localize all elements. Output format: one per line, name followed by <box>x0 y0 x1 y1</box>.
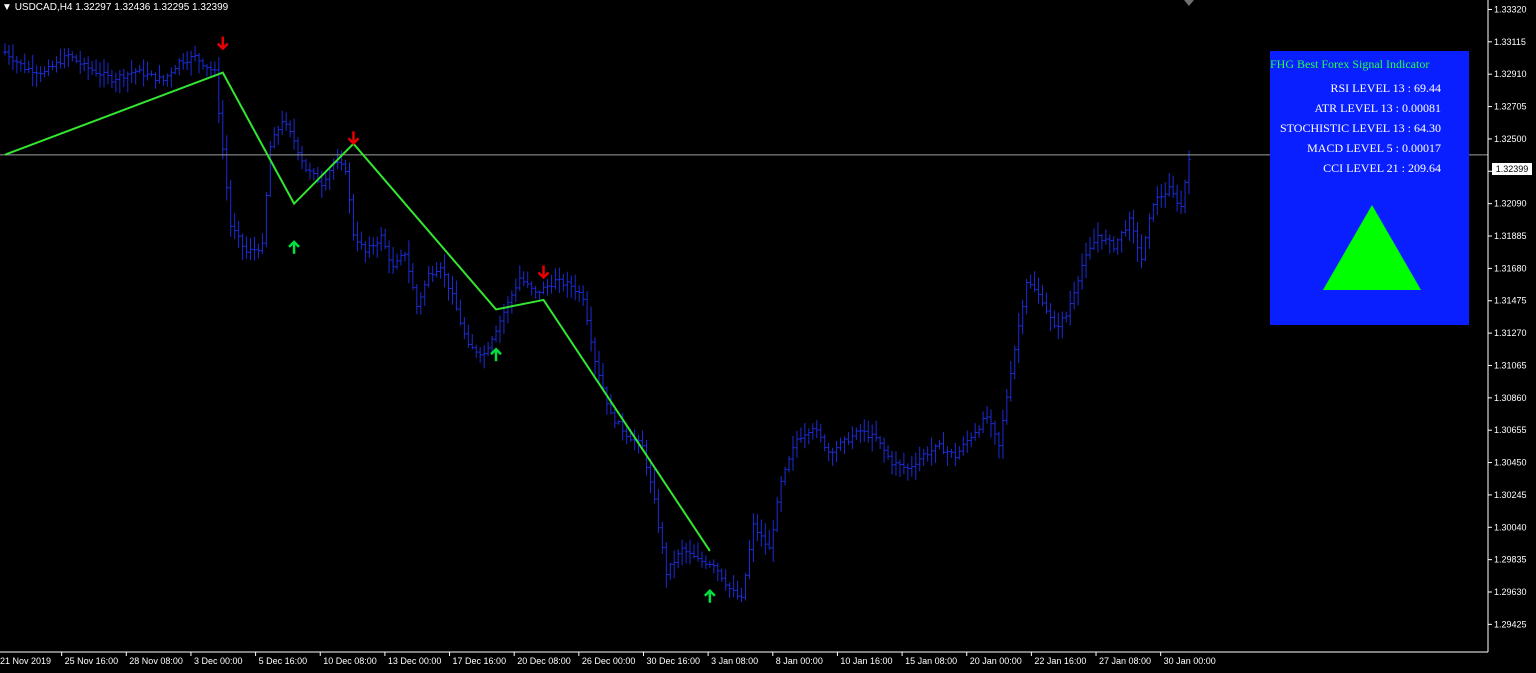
x-tick-label: 22 Jan 16:00 <box>1034 656 1086 666</box>
x-tick-label: 30 Dec 16:00 <box>646 656 700 666</box>
x-tick-label: 30 Jan 00:00 <box>1164 656 1216 666</box>
ohlc-values: 1.32297 1.32436 1.32295 1.32399 <box>75 2 229 13</box>
x-tick-label: 15 Jan 08:00 <box>905 656 957 666</box>
x-tick-label: 5 Dec 16:00 <box>259 656 308 666</box>
symbol-label: USDCAD,H4 <box>14 2 73 13</box>
y-tick-label: 1.32090 <box>1494 199 1527 209</box>
collapse-arrow-icon[interactable]: ▼ <box>2 2 12 13</box>
y-tick-label: 1.31885 <box>1494 231 1527 241</box>
x-tick-label: 28 Nov 08:00 <box>129 656 183 666</box>
y-tick-label: 1.31065 <box>1494 360 1527 370</box>
y-tick-label: 1.29630 <box>1494 587 1527 597</box>
y-tick-label: 1.30655 <box>1494 425 1527 435</box>
x-tick-label: 25 Nov 16:00 <box>65 656 119 666</box>
indicator-title: FHG Best Forex Signal Indicator <box>1270 57 1430 71</box>
y-tick-label: 1.32500 <box>1494 134 1527 144</box>
y-tick-label: 1.32705 <box>1494 102 1527 112</box>
cci-level: CCI LEVEL 21 : 209.64 <box>1323 161 1441 175</box>
x-tick-label: 20 Jan 00:00 <box>970 656 1022 666</box>
macd-level: MACD LEVEL 5 : 0.00017 <box>1307 141 1441 155</box>
x-tick-label: 13 Dec 00:00 <box>388 656 442 666</box>
y-tick-label: 1.33320 <box>1494 4 1527 14</box>
y-tick-label: 1.30860 <box>1494 393 1527 403</box>
x-tick-label: 3 Jan 08:00 <box>711 656 758 666</box>
x-tick-label: 27 Jan 08:00 <box>1099 656 1151 666</box>
x-tick-label: 26 Dec 00:00 <box>582 656 636 666</box>
y-tick-label: 1.31270 <box>1494 328 1527 338</box>
atr-level: ATR LEVEL 13 : 0.00081 <box>1314 101 1441 115</box>
symbol-header: ▼ USDCAD,H4 1.32297 1.32436 1.32295 1.32… <box>2 2 228 13</box>
x-tick-label: 10 Jan 16:00 <box>840 656 892 666</box>
y-tick-label: 1.33115 <box>1494 37 1526 47</box>
up-triangle-icon <box>1323 205 1421 290</box>
stochastic-level: STOCHISTIC LEVEL 13 : 64.30 <box>1280 121 1441 135</box>
y-tick-label: 1.30040 <box>1494 522 1527 532</box>
x-tick-label: 3 Dec 00:00 <box>194 656 243 666</box>
x-tick-label: 20 Dec 08:00 <box>517 656 571 666</box>
y-tick-label: 1.30450 <box>1494 458 1527 468</box>
x-tick-label: 10 Dec 08:00 <box>323 656 377 666</box>
y-tick-label: 1.29835 <box>1494 555 1527 565</box>
x-tick-label: 8 Jan 00:00 <box>776 656 823 666</box>
current-price-tag: 1.32399 <box>1492 163 1532 175</box>
indicator-panel: FHG Best Forex Signal Indicator RSI LEVE… <box>1270 51 1469 325</box>
rsi-level: RSI LEVEL 13 : 69.44 <box>1330 81 1441 95</box>
y-tick-label: 1.30245 <box>1494 490 1527 500</box>
x-tick-label: 21 Nov 2019 <box>0 656 51 666</box>
y-tick-label: 1.32910 <box>1494 69 1527 79</box>
y-tick-label: 1.31680 <box>1494 263 1527 273</box>
y-tick-label: 1.31475 <box>1494 296 1527 306</box>
x-tick-label: 17 Dec 16:00 <box>453 656 507 666</box>
y-tick-label: 1.29425 <box>1494 619 1527 629</box>
